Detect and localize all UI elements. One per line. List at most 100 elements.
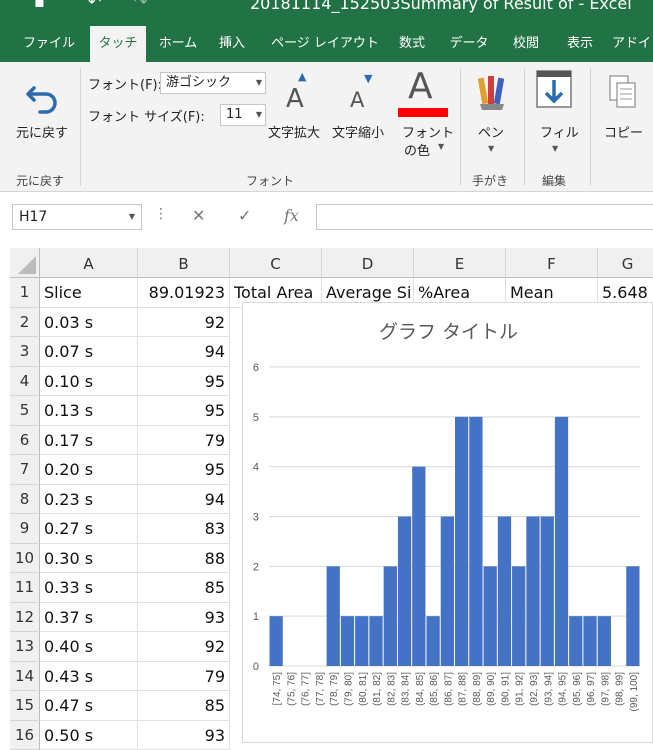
row-header[interactable]: 5: [10, 396, 40, 426]
histogram-bar[interactable]: [555, 417, 568, 666]
cell-a3[interactable]: 0.07 s: [40, 337, 138, 367]
tab-page-layout[interactable]: ページ レイアウト: [268, 24, 382, 62]
font-color-button[interactable]: A フォント の色 ▼: [396, 68, 456, 160]
more-options-icon[interactable]: ⋮: [154, 206, 168, 222]
histogram-bar[interactable]: [512, 566, 525, 666]
cell-b16[interactable]: 93: [138, 721, 230, 750]
tab-formulas[interactable]: 数式: [390, 24, 434, 62]
save-icon[interactable]: ▪: [34, 0, 45, 11]
copy-button[interactable]: コピー: [596, 70, 653, 160]
histogram-bar[interactable]: [569, 616, 582, 666]
tab-data[interactable]: データ: [444, 24, 494, 62]
tab-file[interactable]: ファイル: [14, 24, 84, 62]
cell-b5[interactable]: 95: [138, 396, 230, 426]
cell-b11[interactable]: 85: [138, 573, 230, 603]
histogram-bar[interactable]: [369, 616, 382, 666]
undo-quick-icon[interactable]: ↶: [88, 0, 101, 11]
tab-home[interactable]: ホーム: [152, 24, 204, 62]
column-header-a[interactable]: A: [40, 248, 138, 278]
histogram-bar[interactable]: [526, 517, 539, 667]
cell-b10[interactable]: 88: [138, 544, 230, 574]
row-header[interactable]: 3: [10, 337, 40, 367]
row-header[interactable]: 16: [10, 721, 40, 750]
row-header[interactable]: 8: [10, 485, 40, 515]
histogram-bar[interactable]: [398, 517, 411, 667]
row-header[interactable]: 11: [10, 573, 40, 603]
redo-quick-icon[interactable]: ↷: [134, 0, 147, 11]
cell-b6[interactable]: 79: [138, 426, 230, 456]
font-name-dropdown[interactable]: 游ゴシック ▼: [160, 72, 266, 94]
cell-a9[interactable]: 0.27 s: [40, 514, 138, 544]
histogram-bar[interactable]: [498, 517, 511, 667]
histogram-bar[interactable]: [412, 467, 425, 666]
cell-b1[interactable]: 89.01923: [138, 278, 230, 308]
cell-b14[interactable]: 79: [138, 662, 230, 692]
cell-b9[interactable]: 83: [138, 514, 230, 544]
tab-review[interactable]: 校閲: [504, 24, 548, 62]
grow-font-button[interactable]: A ▲ 文字拡大: [268, 70, 330, 150]
row-header[interactable]: 4: [10, 367, 40, 397]
tab-insert[interactable]: 挿入: [210, 24, 254, 62]
column-header-c[interactable]: C: [230, 248, 322, 278]
row-header[interactable]: 15: [10, 691, 40, 721]
undo-button[interactable]: 元に戻す: [10, 72, 74, 152]
row-header[interactable]: 6: [10, 426, 40, 456]
histogram-bar[interactable]: [441, 517, 454, 667]
cell-b8[interactable]: 94: [138, 485, 230, 515]
histogram-bar[interactable]: [341, 616, 354, 666]
histogram-chart[interactable]: グラフ タイトル 0123456[74, 75](75, 76](76, 77]…: [242, 302, 653, 743]
cell-a10[interactable]: 0.30 s: [40, 544, 138, 574]
cell-a5[interactable]: 0.13 s: [40, 396, 138, 426]
check-icon[interactable]: ✓: [238, 206, 251, 225]
histogram-bar[interactable]: [426, 616, 439, 666]
histogram-bar[interactable]: [327, 566, 340, 666]
histogram-bar[interactable]: [384, 566, 397, 666]
cell-a15[interactable]: 0.47 s: [40, 691, 138, 721]
row-header[interactable]: 12: [10, 603, 40, 633]
row-header[interactable]: 13: [10, 632, 40, 662]
cell-b15[interactable]: 85: [138, 691, 230, 721]
column-header-e[interactable]: E: [414, 248, 506, 278]
tab-touch[interactable]: タッチ: [90, 26, 146, 62]
cell-b3[interactable]: 94: [138, 337, 230, 367]
cell-a14[interactable]: 0.43 s: [40, 662, 138, 692]
column-header-d[interactable]: D: [322, 248, 414, 278]
cell-a6[interactable]: 0.17 s: [40, 426, 138, 456]
histogram-bar[interactable]: [583, 616, 596, 666]
row-header[interactable]: 10: [10, 544, 40, 574]
tab-addins[interactable]: アドイ: [612, 24, 653, 62]
cell-a7[interactable]: 0.20 s: [40, 455, 138, 485]
histogram-bar[interactable]: [270, 616, 283, 666]
column-header-f[interactable]: F: [506, 248, 598, 278]
formula-input[interactable]: [316, 204, 653, 230]
cell-b7[interactable]: 95: [138, 455, 230, 485]
font-size-dropdown[interactable]: 11 ▼: [220, 104, 266, 126]
cell-b2[interactable]: 92: [138, 308, 230, 338]
cell-a13[interactable]: 0.40 s: [40, 632, 138, 662]
row-header[interactable]: 9: [10, 514, 40, 544]
histogram-bar[interactable]: [355, 616, 368, 666]
function-icon[interactable]: fx: [284, 206, 299, 225]
histogram-bar[interactable]: [455, 417, 468, 666]
cell-a1[interactable]: Slice: [40, 278, 138, 308]
cell-b4[interactable]: 95: [138, 367, 230, 397]
column-header-b[interactable]: B: [138, 248, 230, 278]
row-header[interactable]: 14: [10, 662, 40, 692]
histogram-bar[interactable]: [598, 616, 611, 666]
shrink-font-button[interactable]: A ▼ 文字縮小: [332, 70, 394, 150]
select-all-corner[interactable]: [10, 248, 40, 278]
cancel-icon[interactable]: ✕: [192, 206, 205, 225]
cell-b13[interactable]: 92: [138, 632, 230, 662]
column-header-g[interactable]: G: [598, 248, 653, 278]
histogram-bar[interactable]: [541, 517, 554, 667]
row-header[interactable]: 2: [10, 308, 40, 338]
cell-a4[interactable]: 0.10 s: [40, 367, 138, 397]
cell-a16[interactable]: 0.50 s: [40, 721, 138, 750]
cell-a11[interactable]: 0.33 s: [40, 573, 138, 603]
histogram-bar[interactable]: [484, 566, 497, 666]
cell-a8[interactable]: 0.23 s: [40, 485, 138, 515]
histogram-bar[interactable]: [469, 417, 482, 666]
fill-button[interactable]: フィル ▼: [530, 70, 584, 160]
row-header[interactable]: 1: [10, 278, 40, 308]
cell-a12[interactable]: 0.37 s: [40, 603, 138, 633]
